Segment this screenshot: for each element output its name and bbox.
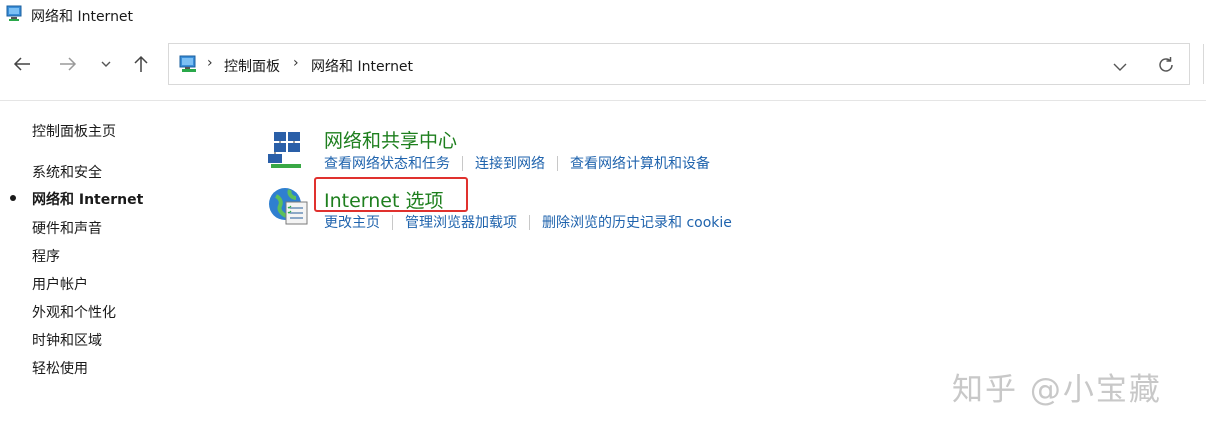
breadcrumb-separator-icon: › — [293, 55, 299, 71]
watermark: 知乎 @小宝藏 — [952, 372, 1162, 408]
category-title-network-sharing[interactable]: 网络和共享中心 — [324, 126, 457, 153]
sidebar-item-clock-region[interactable]: 时钟和区域 — [32, 330, 102, 350]
title-bar: 网络和 Internet — [0, 0, 1206, 30]
up-button[interactable] — [127, 50, 155, 78]
breadcrumb-control-panel[interactable]: 控制面板 — [224, 56, 280, 76]
chevron-down-icon — [101, 61, 111, 67]
recent-locations-button[interactable] — [92, 50, 120, 78]
link-separator — [462, 155, 463, 171]
refresh-button[interactable] — [1157, 56, 1175, 78]
window-title: 网络和 Internet — [31, 9, 134, 25]
sidebar-item-ease-of-access[interactable]: 轻松使用 — [32, 358, 88, 378]
internet-options-icon — [268, 186, 310, 232]
link-manage-addons[interactable]: 管理浏览器加载项 — [405, 212, 517, 232]
link-view-network-status[interactable]: 查看网络状态和任务 — [324, 153, 450, 173]
breadcrumb-network-internet[interactable]: 网络和 Internet — [311, 56, 413, 76]
sidebar-item-appearance[interactable]: 外观和个性化 — [32, 302, 116, 322]
chevron-down-icon — [1113, 63, 1127, 71]
link-connect-to-network[interactable]: 连接到网络 — [475, 153, 545, 173]
address-bar[interactable]: › 控制面板 › 网络和 Internet — [168, 43, 1190, 85]
navigation-bar: › 控制面板 › 网络和 Internet — [0, 42, 1206, 88]
address-history-button[interactable] — [1113, 57, 1127, 76]
sidebar-item-home[interactable]: 控制面板主页 — [32, 121, 116, 141]
breadcrumb-separator-icon: › — [207, 55, 213, 71]
category-links-internet-options: 更改主页 管理浏览器加载项 删除浏览的历史记录和 cookie — [324, 212, 732, 232]
sidebar-item-system-security[interactable]: 系统和安全 — [32, 162, 102, 182]
link-separator — [529, 214, 530, 230]
network-window-icon — [6, 5, 24, 23]
highlight-box — [314, 177, 468, 212]
sidebar-item-user-accounts[interactable]: 用户帐户 — [32, 274, 88, 294]
link-separator — [392, 214, 393, 230]
forward-button[interactable] — [54, 50, 82, 78]
header-divider — [0, 100, 1206, 101]
link-view-network-computers[interactable]: 查看网络计算机和设备 — [570, 153, 710, 173]
link-delete-history[interactable]: 删除浏览的历史记录和 cookie — [542, 212, 732, 232]
toolbar-divider — [1203, 44, 1204, 84]
network-sharing-icon — [268, 128, 308, 174]
category-links-network-sharing: 查看网络状态和任务 连接到网络 查看网络计算机和设备 — [324, 153, 710, 173]
arrow-up-icon — [134, 55, 148, 72]
refresh-icon — [1159, 57, 1173, 72]
arrow-left-icon — [13, 57, 30, 71]
link-change-homepage[interactable]: 更改主页 — [324, 212, 380, 232]
sidebar-item-hardware-sound[interactable]: 硬件和声音 — [32, 218, 102, 238]
back-button[interactable] — [8, 50, 36, 78]
sidebar-item-programs[interactable]: 程序 — [32, 246, 60, 266]
arrow-right-icon — [60, 57, 77, 71]
sidebar-item-network-internet[interactable]: 网络和 Internet — [32, 189, 143, 209]
control-panel-icon — [179, 55, 199, 73]
link-separator — [557, 155, 558, 171]
active-bullet-icon — [10, 195, 16, 201]
